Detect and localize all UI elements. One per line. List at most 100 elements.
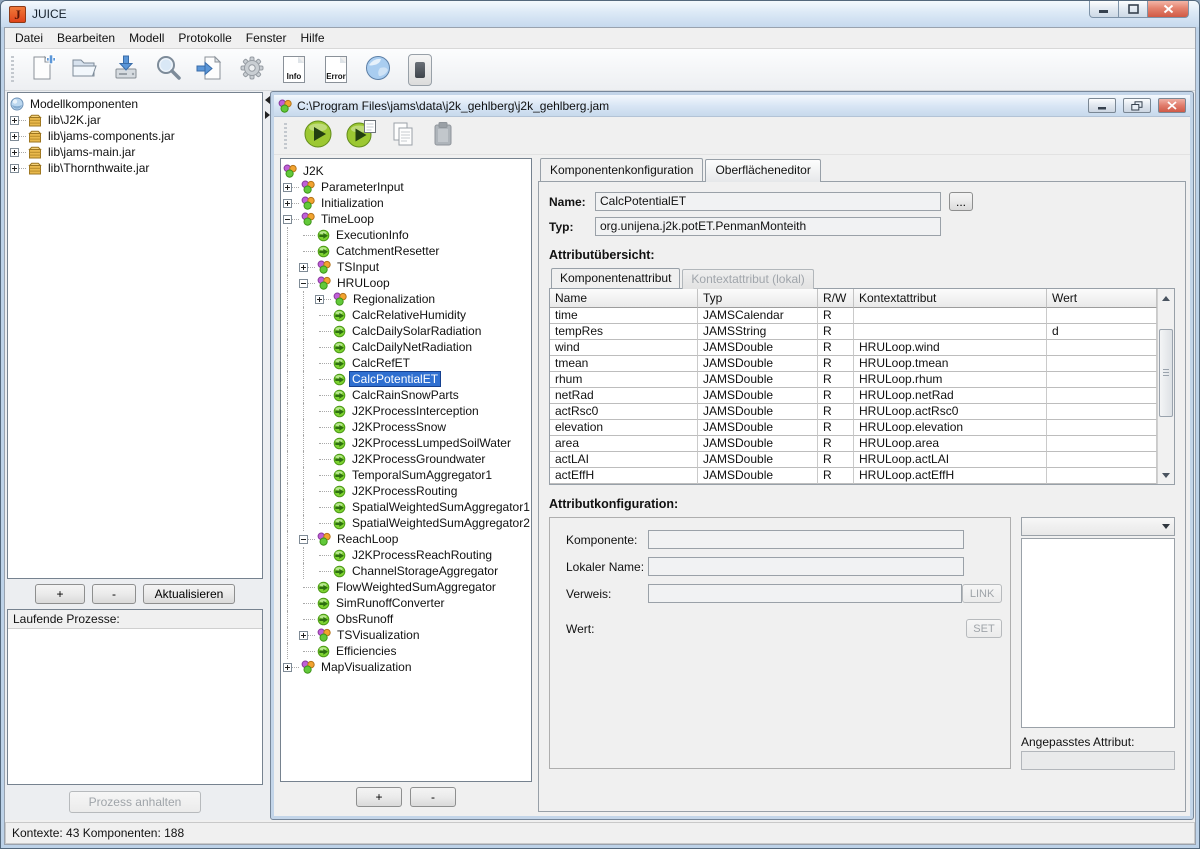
table-cell[interactable]: d — [1047, 324, 1157, 340]
table-cell[interactable] — [1047, 420, 1157, 436]
info-log-button[interactable]: Info — [276, 52, 312, 88]
model-toolbar-grip[interactable] — [284, 123, 287, 149]
table-cell[interactable]: HRULoop.actEffH — [854, 468, 1047, 484]
library-tree-item[interactable]: lib\jams-components.jar — [10, 128, 260, 144]
expand-icon[interactable] — [10, 132, 19, 141]
table-cell[interactable] — [1047, 356, 1157, 372]
table-cell[interactable]: R — [818, 468, 854, 484]
table-header-cell[interactable]: Typ — [698, 289, 818, 308]
table-cell[interactable]: R — [818, 356, 854, 372]
table-cell[interactable]: JAMSDouble — [698, 372, 818, 388]
table-cell[interactable]: R — [818, 388, 854, 404]
model-tree-item[interactable]: CalcPotentialET — [283, 371, 529, 387]
model-tree-item[interactable]: ObsRunoff — [283, 611, 529, 627]
table-cell[interactable]: rhum — [550, 372, 698, 388]
link-button[interactable]: LINK — [962, 584, 1002, 603]
stop-process-button[interactable]: Prozess anhalten — [69, 791, 201, 813]
model-tree-item[interactable]: J2K — [283, 163, 529, 179]
model-tree-item[interactable]: CalcDailySolarRadiation — [283, 323, 529, 339]
expand-icon[interactable] — [10, 164, 19, 173]
new-model-button[interactable] — [24, 52, 60, 88]
table-cell[interactable] — [854, 324, 1047, 340]
model-tree-item[interactable]: ChannelStorageAggregator — [283, 563, 529, 579]
table-header-cell[interactable]: Name — [550, 289, 698, 308]
table-cell[interactable]: HRULoop.actLAI — [854, 452, 1047, 468]
model-tree-item[interactable]: TimeLoop — [283, 211, 529, 227]
table-cell[interactable] — [1047, 388, 1157, 404]
collapse-icon[interactable] — [299, 535, 308, 544]
scroll-down-button[interactable] — [1158, 467, 1174, 483]
table-cell[interactable]: HRULoop.wind — [854, 340, 1047, 356]
table-cell[interactable]: JAMSDouble — [698, 452, 818, 468]
model-tree-item[interactable]: ReachLoop — [283, 531, 529, 547]
close-button[interactable] — [1147, 1, 1189, 18]
table-cell[interactable]: R — [818, 452, 854, 468]
table-cell[interactable]: actLAI — [550, 452, 698, 468]
model-tree-item[interactable]: HRULoop — [283, 275, 529, 291]
table-cell[interactable]: JAMSDouble — [698, 420, 818, 436]
tab-komponentenkonfiguration[interactable]: Komponentenkonfiguration — [540, 158, 703, 181]
table-cell[interactable]: netRad — [550, 388, 698, 404]
collapse-icon[interactable] — [283, 215, 292, 224]
table-cell[interactable]: JAMSDouble — [698, 340, 818, 356]
model-tree-item[interactable]: J2KProcessReachRouting — [283, 547, 529, 563]
model-tree-item[interactable]: CalcRainSnowParts — [283, 387, 529, 403]
minimize-button[interactable] — [1089, 1, 1119, 18]
table-cell[interactable]: R — [818, 420, 854, 436]
save-model-button[interactable] — [108, 52, 144, 88]
model-tree[interactable]: J2KParameterInputInitializationTimeLoopE… — [280, 158, 532, 782]
table-cell[interactable]: HRULoop.rhum — [854, 372, 1047, 388]
open-model-button[interactable] — [66, 52, 102, 88]
running-processes-list[interactable] — [8, 629, 262, 784]
table-cell[interactable]: HRULoop.elevation — [854, 420, 1047, 436]
table-cell[interactable]: R — [818, 308, 854, 324]
paste-component-button[interactable] — [429, 120, 457, 151]
menu-item-protokolle[interactable]: Protokolle — [171, 28, 238, 48]
library-refresh-button[interactable]: Aktualisieren — [143, 584, 235, 604]
model-tree-item[interactable]: CalcRefET — [283, 355, 529, 371]
table-cell[interactable]: JAMSDouble — [698, 404, 818, 420]
maximize-button[interactable] — [1119, 1, 1147, 18]
browser-button[interactable] — [360, 52, 396, 88]
expand-icon[interactable] — [315, 295, 324, 304]
expand-icon[interactable] — [283, 199, 292, 208]
table-cell[interactable] — [1047, 308, 1157, 324]
toolbar-grip[interactable] — [11, 56, 14, 84]
model-tree-item[interactable]: J2KProcessSnow — [283, 419, 529, 435]
model-tree-item[interactable]: ParameterInput — [283, 179, 529, 195]
model-minimize-button[interactable] — [1088, 98, 1116, 113]
expand-icon[interactable] — [10, 148, 19, 157]
name-field[interactable]: CalcPotentialET — [595, 192, 941, 211]
lokaler-name-field[interactable] — [648, 557, 964, 576]
table-cell[interactable]: JAMSDouble — [698, 388, 818, 404]
table-scrollbar[interactable] — [1157, 289, 1174, 484]
tree-root-item[interactable]: Modellkomponenten — [10, 96, 260, 112]
table-cell[interactable]: elevation — [550, 420, 698, 436]
table-cell[interactable]: actRsc0 — [550, 404, 698, 420]
table-cell[interactable]: tempRes — [550, 324, 698, 340]
model-restore-button[interactable] — [1123, 98, 1151, 113]
model-tree-item[interactable]: SpatialWeightedSumAggregator2 — [283, 515, 529, 531]
model-tree-item[interactable]: J2KProcessInterception — [283, 403, 529, 419]
table-cell[interactable]: R — [818, 324, 854, 340]
model-window-titlebar[interactable]: C:\Program Files\jams\data\j2k_gehlberg\… — [274, 95, 1190, 117]
table-cell[interactable]: JAMSDouble — [698, 436, 818, 452]
model-tree-item[interactable]: J2KProcessLumpedSoilWater — [283, 435, 529, 451]
table-cell[interactable]: JAMSCalendar — [698, 308, 818, 324]
expand-icon[interactable] — [299, 263, 308, 272]
table-cell[interactable] — [1047, 452, 1157, 468]
collapse-icon[interactable] — [299, 279, 308, 288]
model-tree-item[interactable]: ExecutionInfo — [283, 227, 529, 243]
scroll-up-button[interactable] — [1158, 290, 1174, 306]
table-cell[interactable] — [854, 308, 1047, 324]
library-tree-item[interactable]: lib\jams-main.jar — [10, 144, 260, 160]
menu-item-fenster[interactable]: Fenster — [239, 28, 294, 48]
table-cell[interactable] — [1047, 404, 1157, 420]
table-cell[interactable] — [1047, 372, 1157, 388]
scroll-thumb[interactable] — [1159, 329, 1173, 417]
expand-icon[interactable] — [10, 116, 19, 125]
model-tree-item[interactable]: TSInput — [283, 259, 529, 275]
menu-item-bearbeiten[interactable]: Bearbeiten — [50, 28, 122, 48]
more-button[interactable]: ... — [949, 192, 973, 211]
expand-icon[interactable] — [283, 183, 292, 192]
